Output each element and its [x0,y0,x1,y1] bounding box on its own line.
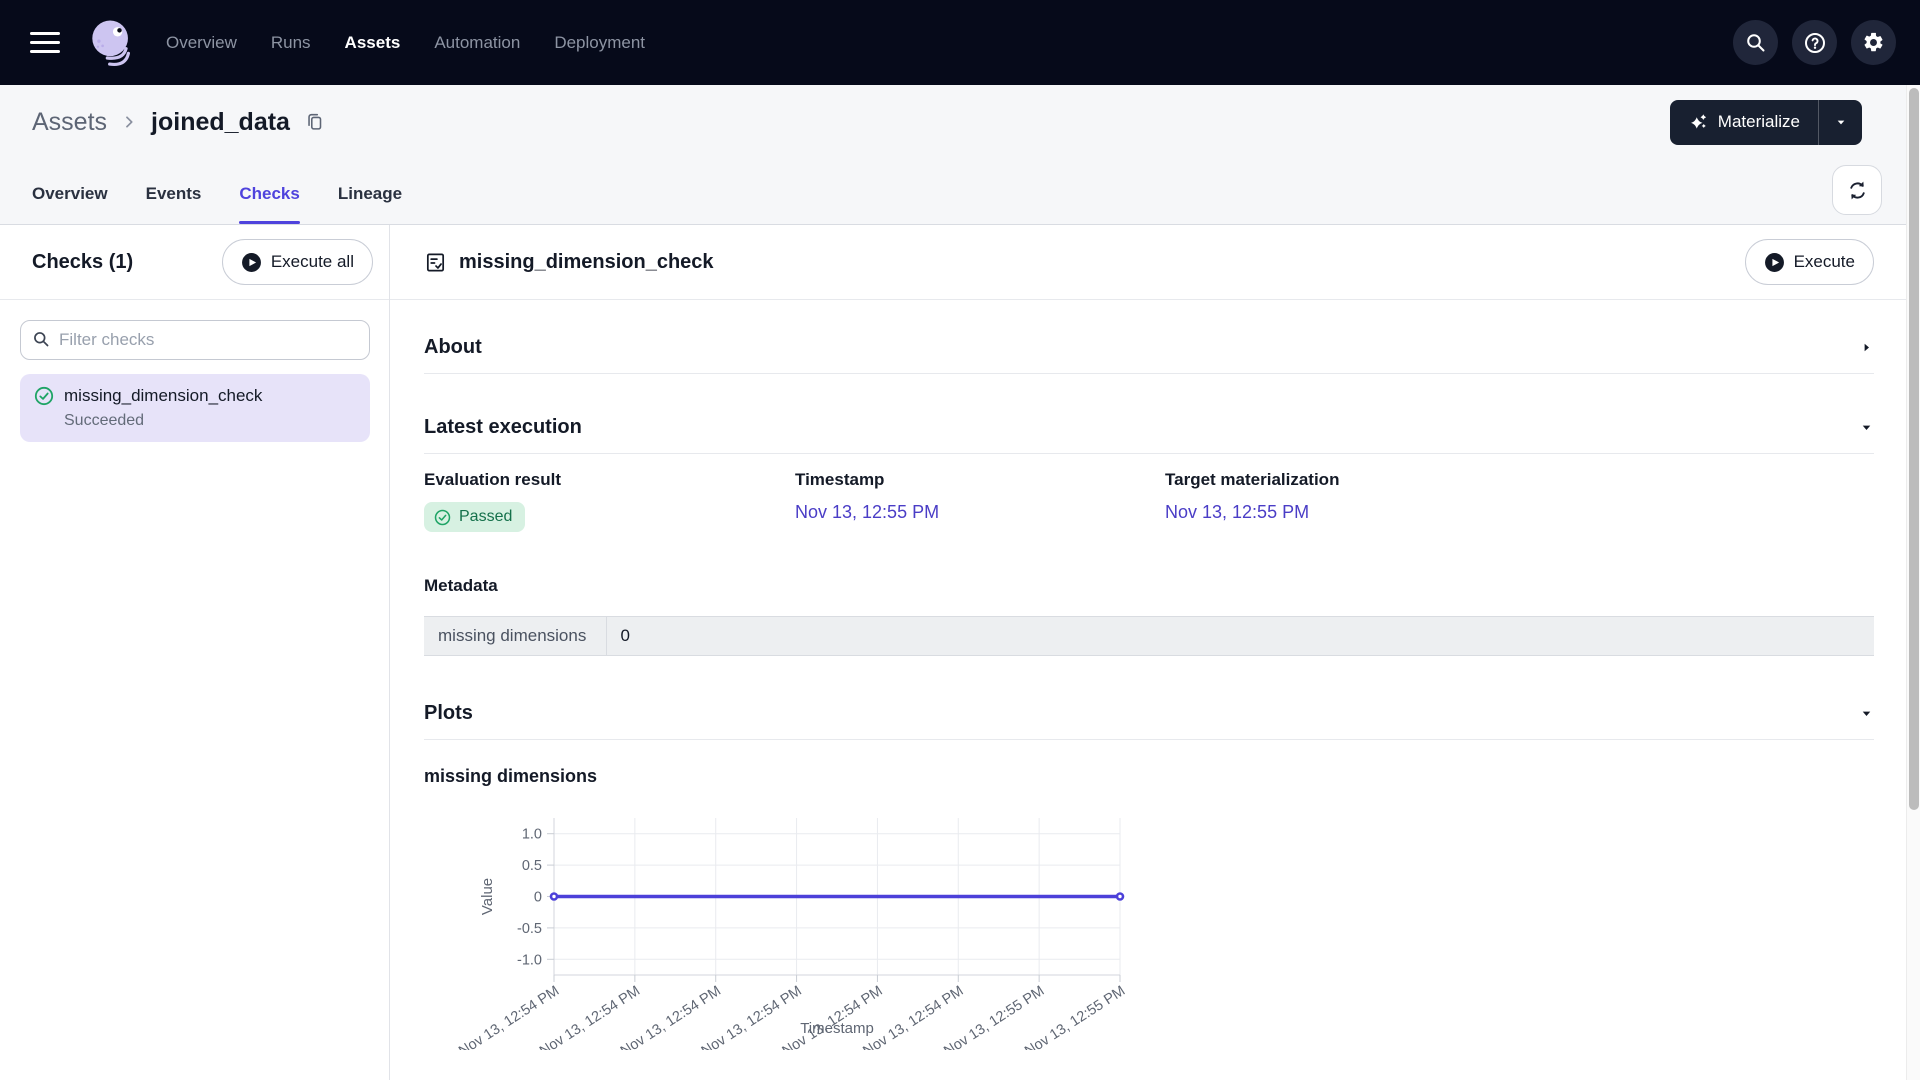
copy-icon[interactable] [304,111,326,133]
execute-all-button[interactable]: Execute all [222,239,373,285]
plots-section-toggle[interactable]: Plots [424,702,1874,725]
primary-nav: Overview Runs Assets Automation Deployme… [166,33,645,53]
svg-text:-0.5: -0.5 [517,921,542,937]
svg-text:-1.0: -1.0 [517,952,542,968]
metadata-table: missing dimensions 0 [424,616,1874,656]
plot-title: missing dimensions [424,766,1874,787]
help-button[interactable] [1792,20,1837,65]
scrollbar-thumb[interactable] [1909,88,1919,810]
timestamp-label: Timestamp [795,470,1165,490]
page-scrollbar[interactable] [1906,85,1920,1080]
passed-label: Passed [459,508,512,526]
latest-execution-section-toggle[interactable]: Latest execution [424,416,1874,439]
refresh-button[interactable] [1832,165,1882,215]
check-list-item[interactable]: missing_dimension_check Succeeded [20,374,370,442]
svg-text:0: 0 [534,890,542,906]
tab-checks[interactable]: Checks [239,163,299,224]
plot-svg: 1.00.50-0.5-1.0Nov 13, 12:54 PMNov 13, 1… [440,805,1160,1050]
top-nav: Overview Runs Assets Automation Deployme… [0,0,1920,85]
plots-title: Plots [424,702,473,725]
chevron-down-icon [1859,420,1874,435]
play-circle-icon [241,252,262,273]
check-name: missing_dimension_check [64,386,262,406]
checks-count-title: Checks (1) [32,251,133,274]
breadcrumb-chevron-icon [121,114,137,130]
checks-sidebar: Checks (1) Execute all missing_dimension… [0,225,390,1080]
metadata-label: Metadata [424,576,1874,596]
breadcrumb: Assets joined_data Materialize [0,85,1920,159]
svg-text:Timestamp: Timestamp [800,1020,874,1037]
search-icon [32,330,51,354]
materialize-split-button: Materialize [1670,100,1862,145]
passed-badge: Passed [424,502,525,532]
sparkles-icon [1688,111,1709,133]
search-button[interactable] [1733,20,1778,65]
about-title: About [424,336,482,359]
caret-down-icon [1833,114,1849,130]
filter-checks-field [20,320,370,360]
about-section-toggle[interactable]: About [424,336,1874,359]
asset-page-header: Assets joined_data Materialize Ove [0,85,1920,225]
target-materialization-label: Target materialization [1165,470,1874,490]
play-circle-icon [1764,252,1785,273]
settings-icon [1862,31,1885,54]
execute-button[interactable]: Execute [1745,239,1874,285]
tab-overview[interactable]: Overview [32,163,108,224]
materialize-dropdown-button[interactable] [1818,100,1862,145]
nav-item-runs[interactable]: Runs [271,33,311,53]
target-materialization-field: Target materialization Nov 13, 12:55 PM [1165,470,1874,532]
timestamp-link[interactable]: Nov 13, 12:55 PM [795,502,939,522]
tab-lineage[interactable]: Lineage [338,163,402,224]
svg-text:Value: Value [479,878,496,915]
breadcrumb-assets-link[interactable]: Assets [32,108,107,137]
check-success-icon [434,509,451,526]
tab-events[interactable]: Events [146,163,202,224]
evaluation-result-label: Evaluation result [424,470,795,490]
execute-label: Execute [1794,252,1855,272]
materialize-button[interactable]: Materialize [1670,100,1818,145]
materialize-label: Materialize [1718,112,1800,132]
dagster-logo-icon[interactable] [82,11,142,75]
svg-text:1.0: 1.0 [522,827,542,843]
check-document-icon [424,251,447,274]
nav-item-assets[interactable]: Assets [345,33,401,53]
chevron-right-icon [1859,340,1874,355]
chevron-down-icon [1859,706,1874,721]
filter-checks-input[interactable] [20,320,370,360]
asset-name: joined_data [151,108,290,137]
check-success-icon [34,386,54,406]
svg-text:0.5: 0.5 [522,858,542,874]
check-detail-panel: missing_dimension_check Execute About La… [390,225,1920,1080]
timestamp-field: Timestamp Nov 13, 12:55 PM [795,470,1165,532]
refresh-icon [1846,179,1869,202]
execute-all-label: Execute all [271,252,354,272]
check-detail-title: missing_dimension_check [459,251,714,274]
help-icon [1803,31,1827,55]
nav-item-automation[interactable]: Automation [434,33,520,53]
divider [424,739,1874,740]
metadata-key: missing dimensions [424,617,606,656]
asset-tabs: Overview Events Checks Lineage [0,159,1920,224]
search-icon [1745,32,1767,54]
menu-icon[interactable] [30,32,60,54]
nav-item-deployment[interactable]: Deployment [554,33,645,53]
nav-actions [1733,20,1896,65]
check-status: Succeeded [34,412,356,430]
settings-button[interactable] [1851,20,1896,65]
target-materialization-link[interactable]: Nov 13, 12:55 PM [1165,502,1309,522]
latest-execution-title: Latest execution [424,416,582,439]
divider [424,453,1874,454]
missing-dimensions-chart[interactable]: 1.00.50-0.5-1.0Nov 13, 12:54 PMNov 13, 1… [440,805,1874,1055]
nav-item-overview[interactable]: Overview [166,33,237,53]
divider [424,373,1874,374]
metadata-value: 0 [606,617,1874,656]
metadata-row: missing dimensions 0 [424,617,1874,656]
evaluation-result-field: Evaluation result Passed [424,470,795,532]
